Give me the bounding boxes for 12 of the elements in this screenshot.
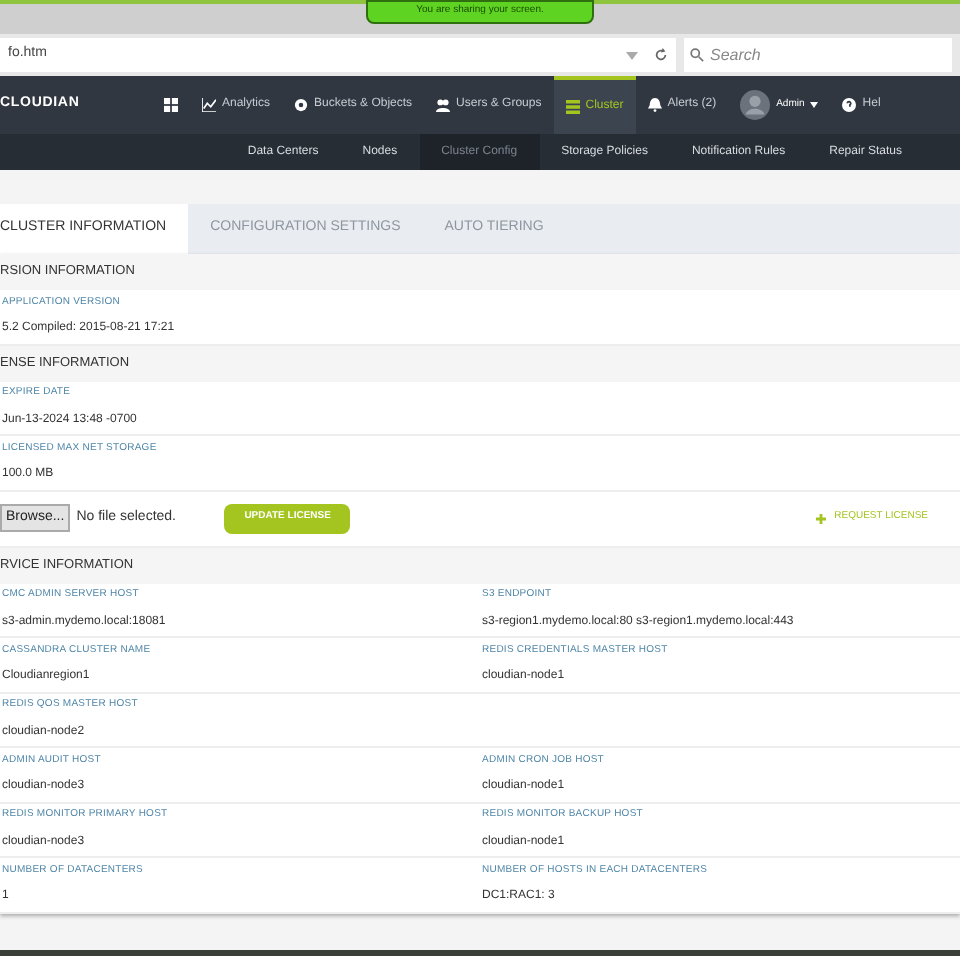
- avatar-icon: [740, 90, 771, 120]
- list-icon: [565, 100, 580, 114]
- search-field[interactable]: Search: [684, 38, 952, 72]
- caret-icon: [810, 102, 819, 108]
- plus-icon: [816, 513, 827, 523]
- grid-icon: [164, 98, 178, 112]
- bell-icon: [647, 98, 662, 112]
- gear-icon: [294, 98, 309, 112]
- users-icon: [436, 98, 451, 112]
- line-chart-icon: [202, 98, 216, 112]
- help-icon: [842, 98, 857, 112]
- reload-icon[interactable]: [654, 48, 668, 62]
